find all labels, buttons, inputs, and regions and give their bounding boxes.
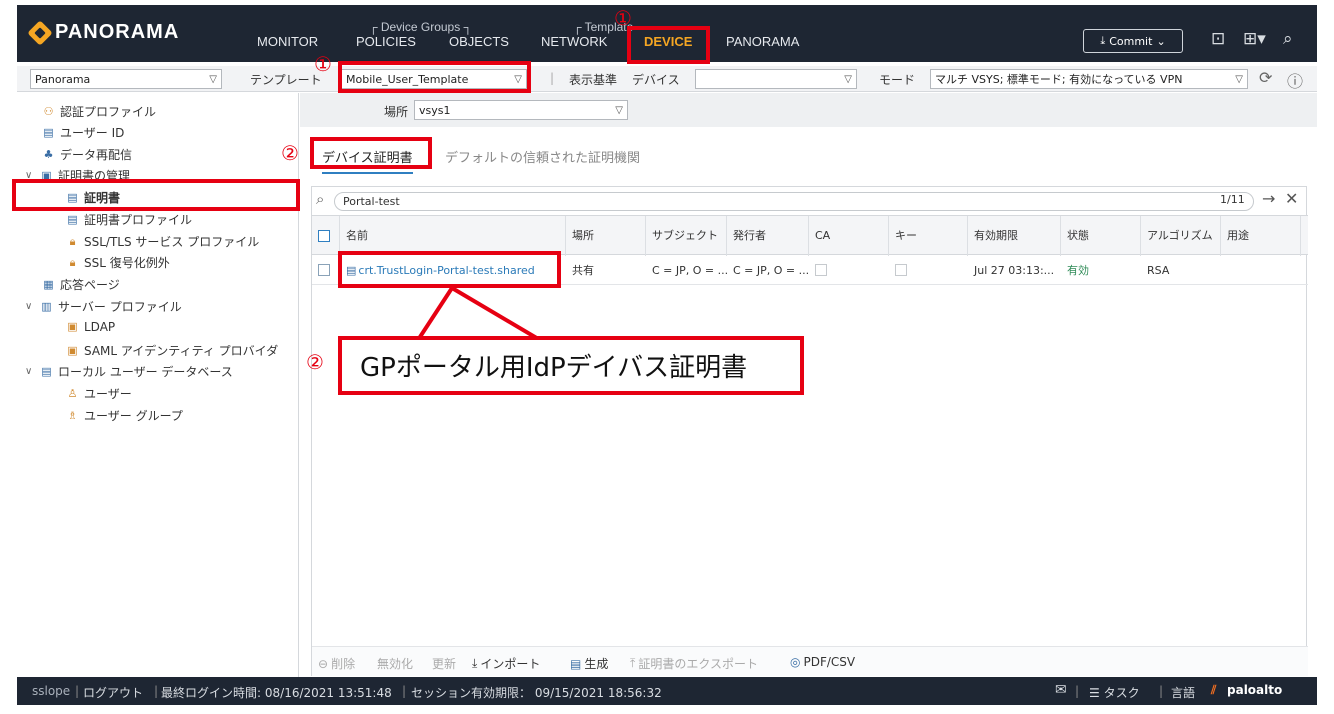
annotation-circle-2-callout: ② [306,350,324,374]
callout-box: GPポータル用IdPデイバス証明書 [338,336,804,395]
callout-text: GPポータル用IdPデイバス証明書 [360,353,748,383]
